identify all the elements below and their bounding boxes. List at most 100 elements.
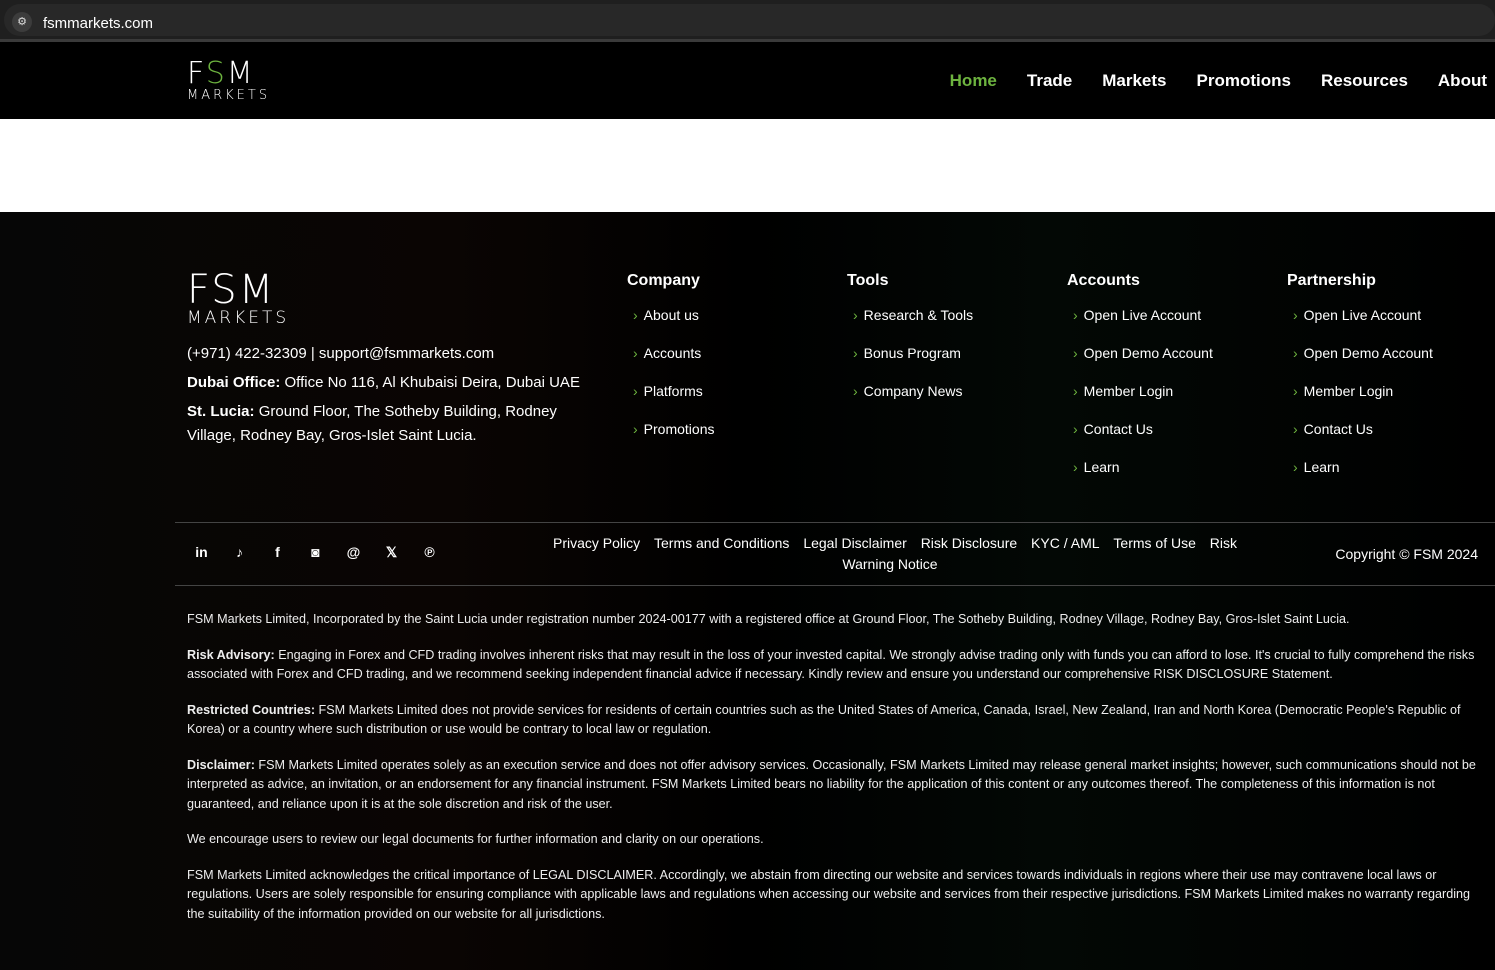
legal-body: Engaging in Forex and CFD trading involv… xyxy=(187,647,1475,682)
facebook-icon[interactable]: f xyxy=(269,544,286,561)
x-icon[interactable]: 𝕏 xyxy=(383,544,400,561)
footer-link-label: Research & Tools xyxy=(863,307,974,323)
footer-link-label: Learn xyxy=(1083,459,1120,475)
url-field[interactable]: ⚙ fsmmarkets.com xyxy=(4,4,1495,36)
footer-link[interactable]: › Member Login xyxy=(1287,383,1487,421)
chevron-right-icon: › xyxy=(1293,307,1298,323)
chevron-right-icon: › xyxy=(853,383,858,399)
top-navbar: FSM MARKETS Home Trade Markets Promotions Re… xyxy=(0,45,1495,119)
chevron-right-icon: › xyxy=(1073,307,1078,323)
url-text[interactable]: fsmmarkets.com xyxy=(43,15,153,32)
chevron-right-icon: › xyxy=(1293,383,1298,399)
chevron-right-icon: › xyxy=(1293,421,1298,437)
footer-link[interactable]: › Member Login xyxy=(1067,383,1267,421)
footer-link-label: About us xyxy=(643,307,699,323)
footer-link[interactable]: › Open Demo Account xyxy=(1067,345,1267,383)
chevron-right-icon: › xyxy=(633,345,638,361)
nav-resources[interactable]: Resources xyxy=(1321,71,1408,91)
main-nav: Home Trade Markets Promotions Resources About xyxy=(950,71,1487,91)
chevron-right-icon: › xyxy=(1293,345,1298,361)
dubai-address: Office No 116, Al Khubaisi Deira, Dubai … xyxy=(284,374,580,391)
footer-link[interactable]: › Open Live Account xyxy=(1287,307,1487,345)
chevron-right-icon: › xyxy=(633,307,638,323)
chevron-right-icon: › xyxy=(633,383,638,399)
legal-link[interactable]: Terms of Use xyxy=(1113,535,1195,551)
footer-link[interactable]: › Platforms xyxy=(627,383,827,421)
footer-link-label: Bonus Program xyxy=(863,345,961,361)
social-links: in ♪ f ◙ @ 𝕏 ℗ xyxy=(193,544,438,561)
footer-link-label: Contact Us xyxy=(1303,421,1373,437)
footer-link-label: Learn xyxy=(1303,459,1340,475)
content-area-blank xyxy=(0,119,1495,212)
footer-column-tools: Tools › Research & Tools › Bonus Program › Com… xyxy=(847,272,1047,421)
legal-body: We encourage users to review our legal d… xyxy=(187,832,764,846)
footer-link[interactable]: › Contact Us xyxy=(1287,421,1487,459)
nav-trade[interactable]: Trade xyxy=(1027,71,1072,91)
chevron-right-icon: › xyxy=(853,307,858,323)
legal-body: FSM Markets Limited acknowledges the cri… xyxy=(187,867,1471,921)
chevron-right-icon: › xyxy=(853,345,858,361)
footer-link[interactable]: › Promotions xyxy=(627,421,827,459)
linkedin-icon[interactable]: in xyxy=(193,544,210,561)
divider xyxy=(175,522,1495,523)
legal-link[interactable]: Privacy Policy xyxy=(553,535,640,551)
chevron-right-icon: › xyxy=(1073,459,1078,475)
legal-paragraph: We encourage users to review our legal d… xyxy=(187,830,1487,850)
chevron-right-icon: › xyxy=(1073,383,1078,399)
legal-link[interactable]: Risk Disclosure xyxy=(921,535,1017,551)
legal-paragraph: Disclaimer: FSM Markets Limited operates… xyxy=(187,756,1487,815)
footer-link[interactable]: › Contact Us xyxy=(1067,421,1267,459)
site-settings-icon[interactable]: ⚙ xyxy=(12,12,32,32)
chevron-right-icon: › xyxy=(633,421,638,437)
legal-paragraph: Restricted Countries: FSM Markets Limite… xyxy=(187,701,1487,740)
nav-home[interactable]: Home xyxy=(950,71,997,91)
legal-text: FSM Markets Limited, Incorporated by the… xyxy=(187,610,1487,940)
footer-link[interactable]: › Open Demo Account xyxy=(1287,345,1487,383)
nav-promotions[interactable]: Promotions xyxy=(1197,71,1291,91)
contact-info: (+971) 422-32309 | support@fsmmarkets.co… xyxy=(187,342,607,448)
footer-link[interactable]: › Company News xyxy=(847,383,1047,421)
legal-paragraph: FSM Markets Limited acknowledges the cri… xyxy=(187,866,1487,925)
column-title: Partnership xyxy=(1287,272,1376,289)
legal-label: Risk Advisory: xyxy=(187,647,275,662)
legal-paragraph: FSM Markets Limited, Incorporated by the… xyxy=(187,610,1487,630)
footer-link-label: Open Live Account xyxy=(1303,307,1422,323)
legal-link[interactable]: Legal Disclaimer xyxy=(803,535,906,551)
tiktok-icon[interactable]: ♪ xyxy=(231,544,248,561)
footer-link-label: Open Demo Account xyxy=(1083,345,1213,361)
nav-about[interactable]: About xyxy=(1438,71,1487,91)
footer-link[interactable]: › Learn xyxy=(1067,459,1267,497)
footer-link-label: Company News xyxy=(863,383,963,399)
footer-link-label: Open Demo Account xyxy=(1303,345,1433,361)
footer-link-label: Promotions xyxy=(643,421,715,437)
footer-link[interactable]: › Research & Tools xyxy=(847,307,1047,345)
footer-link-label: Platforms xyxy=(643,383,703,399)
footer-column-accounts: Accounts › Open Live Account › Open Demo Acc… xyxy=(1067,272,1267,497)
chevron-right-icon: › xyxy=(1073,345,1078,361)
footer-link[interactable]: › Accounts xyxy=(627,345,827,383)
copyright: Copyright © FSM 2024 xyxy=(1335,546,1478,562)
nav-markets[interactable]: Markets xyxy=(1102,71,1166,91)
instagram-icon[interactable]: ◙ xyxy=(307,544,324,561)
footer-link[interactable]: › Learn xyxy=(1287,459,1487,497)
chevron-right-icon: › xyxy=(1073,421,1078,437)
legal-label: Restricted Countries: xyxy=(187,702,316,717)
legal-links: Privacy Policy Terms and Conditions Lega… xyxy=(530,533,1255,575)
footer-logo[interactable]: FSM MARKETS xyxy=(187,270,289,327)
column-title: Company xyxy=(627,272,700,289)
footer-link[interactable]: › About us xyxy=(627,307,827,345)
phone-email: (+971) 422-32309 | support@fsmmarkets.co… xyxy=(187,345,495,362)
footer-link-label: Member Login xyxy=(1303,383,1394,399)
footer-link[interactable]: › Bonus Program xyxy=(847,345,1047,383)
legal-body: FSM Markets Limited does not provide ser… xyxy=(187,702,1461,737)
header-logo[interactable]: FSM MARKETS xyxy=(187,59,270,103)
threads-icon[interactable]: @ xyxy=(345,544,362,561)
footer-link-label: Contact Us xyxy=(1083,421,1153,437)
footer-link-label: Open Live Account xyxy=(1083,307,1202,323)
pinterest-icon[interactable]: ℗ xyxy=(421,544,438,561)
legal-link[interactable]: KYC / AML xyxy=(1031,535,1099,551)
legal-body: FSM Markets Limited operates solely as a… xyxy=(187,757,1476,811)
legal-paragraph: Risk Advisory: Engaging in Forex and CFD… xyxy=(187,646,1487,685)
footer-link[interactable]: › Open Live Account xyxy=(1067,307,1267,345)
legal-link[interactable]: Terms and Conditions xyxy=(654,535,789,551)
